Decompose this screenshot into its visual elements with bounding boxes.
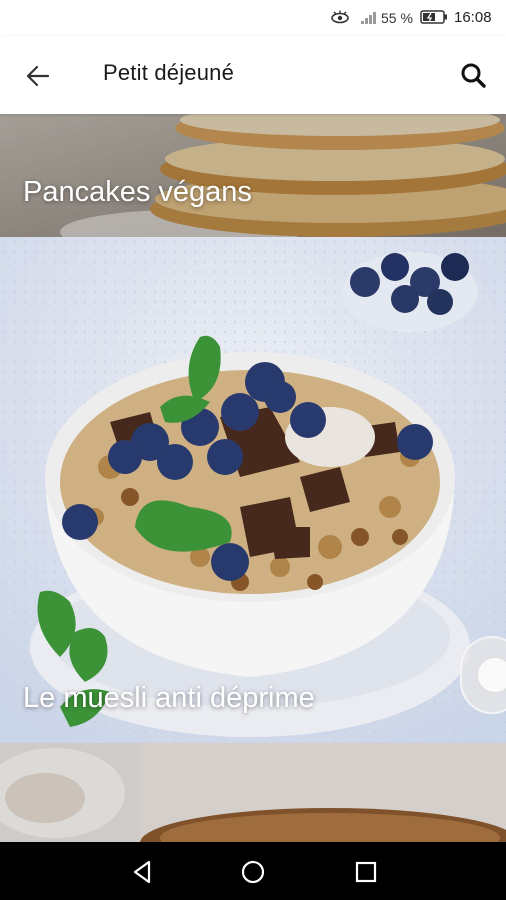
page-title: Petit déjeuné <box>103 60 235 85</box>
fast-scroll-handle[interactable] <box>460 636 506 714</box>
status-bar: 55 % 16:08 <box>0 0 506 36</box>
app-bar: Petit déjeuné <box>0 36 506 114</box>
recipe-title: Le muesli anti déprime <box>23 682 315 714</box>
next-recipe-image <box>0 743 506 842</box>
clock: 16:08 <box>454 9 492 26</box>
battery-percent: 55 % <box>381 10 413 26</box>
signal-icon <box>360 9 380 27</box>
recipe-list[interactable]: Pancakes végans Le muesli anti déprime <box>0 114 506 842</box>
home-circle-icon[interactable] <box>235 854 271 890</box>
navigation-bar <box>0 842 506 900</box>
eye-comfort-icon <box>330 9 352 27</box>
recipe-card-muesli[interactable]: Le muesli anti déprime <box>0 237 506 743</box>
recipe-card-next[interactable] <box>0 743 506 842</box>
battery-icon <box>420 9 448 27</box>
back-triangle-icon[interactable] <box>124 854 160 890</box>
screen: 55 % 16:08 Petit déjeuné Pancakes végans… <box>0 0 506 900</box>
muesli-image <box>0 237 506 743</box>
recipe-card-pancakes[interactable]: Pancakes végans <box>0 114 506 237</box>
scroll-knob[interactable] <box>476 656 506 694</box>
recents-square-icon[interactable] <box>348 854 384 890</box>
recipe-title: Pancakes végans <box>23 176 252 208</box>
arrow-back-icon[interactable] <box>18 56 58 96</box>
search-icon[interactable] <box>454 56 494 96</box>
